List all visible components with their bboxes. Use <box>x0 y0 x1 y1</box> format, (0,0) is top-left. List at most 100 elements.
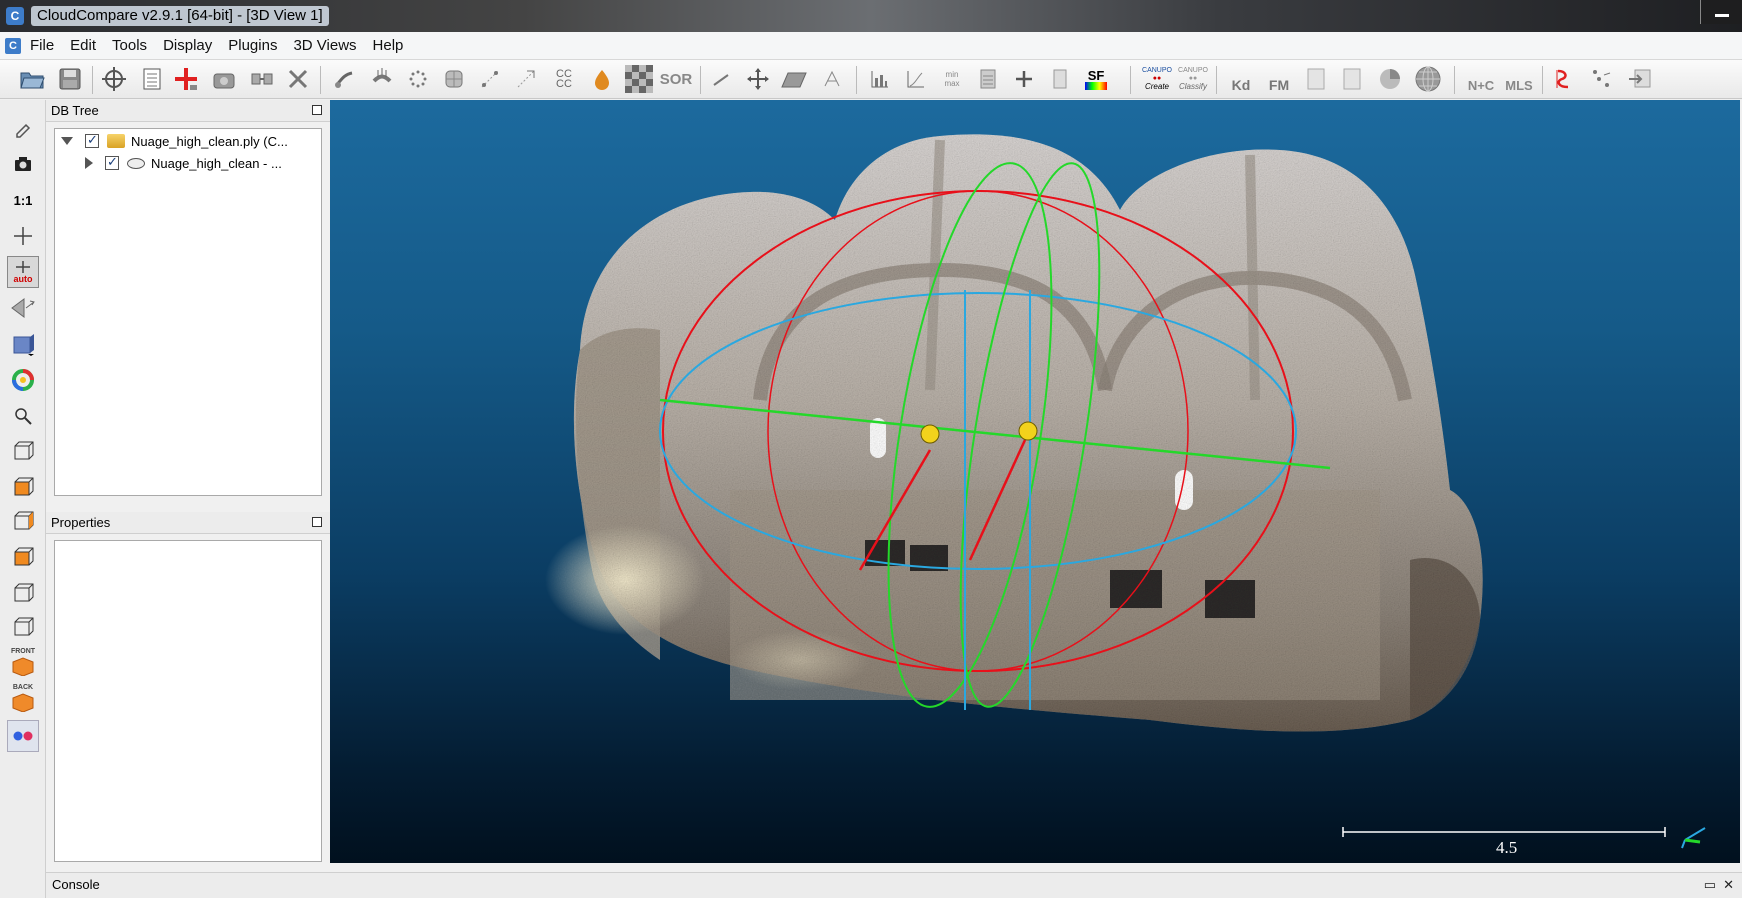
normals-color-icon[interactable]: N+C <box>1464 65 1498 93</box>
crosshair-icon[interactable] <box>7 220 39 252</box>
console-header: Console ▭ ✕ <box>46 872 1742 898</box>
tree-item-root[interactable]: Nuage_high_clean.ply (C... <box>61 130 288 152</box>
sf-color-icon[interactable] <box>588 65 616 93</box>
view-back-button[interactable]: BACK <box>7 682 39 714</box>
camera-icon[interactable] <box>7 148 39 180</box>
db-tree-view[interactable]: Nuage_high_clean.ply (C... Nuage_high_cl… <box>54 128 322 496</box>
canupo-create-icon[interactable]: CANUPO ●● Create <box>1140 65 1174 93</box>
translate-icon[interactable] <box>744 65 772 93</box>
tree-item-cloud-label: Nuage_high_clean - ... <box>151 155 282 171</box>
sor-filter-icon[interactable]: SOR <box>660 65 693 93</box>
auto-pivot-button[interactable]: auto <box>7 256 39 288</box>
main-toolbar: CC CC SOR min max SF CANUPO ●● Create CA… <box>0 60 1742 99</box>
histogram-icon[interactable] <box>866 65 894 93</box>
fast-marching-icon[interactable]: FM <box>1262 65 1296 93</box>
sf-gradient-icon[interactable]: SF <box>1082 65 1110 93</box>
clone-icon[interactable] <box>210 65 238 93</box>
globe-icon[interactable] <box>1414 65 1442 93</box>
view-back-icon[interactable] <box>7 576 39 608</box>
db-tree-header: DB Tree <box>46 100 330 122</box>
open-file-icon[interactable] <box>18 65 46 93</box>
console-close-icon[interactable]: ✕ <box>1723 873 1734 897</box>
zoom-icon[interactable] <box>7 400 39 432</box>
view-left-icon[interactable] <box>7 540 39 572</box>
section-icon[interactable] <box>1550 65 1578 93</box>
menu-edit[interactable]: Edit <box>62 32 104 60</box>
menu-plugins[interactable]: Plugins <box>220 32 285 60</box>
menu-file[interactable]: File <box>22 32 62 60</box>
view-bottom-icon[interactable] <box>7 610 39 642</box>
connected-components-icon[interactable]: CC CC <box>550 65 578 93</box>
point-pick-icon[interactable] <box>708 65 736 93</box>
properties-float-button[interactable] <box>312 517 322 527</box>
db-tree-float-button[interactable] <box>312 105 322 115</box>
add-point-icon[interactable] <box>172 65 200 93</box>
delete-icon[interactable] <box>284 65 312 93</box>
mls-icon[interactable]: MLS <box>1502 65 1536 93</box>
checkerboard-icon[interactable] <box>625 65 653 93</box>
export-icon[interactable] <box>1302 65 1330 93</box>
scatter-icon[interactable] <box>1588 65 1616 93</box>
menu-display[interactable]: Display <box>155 32 220 60</box>
point-cloud-render <box>545 134 1706 849</box>
tree-item-root-label: Nuage_high_clean.ply (C... <box>131 133 288 149</box>
pipette-icon[interactable] <box>7 112 39 144</box>
menu-help[interactable]: Help <box>365 32 412 60</box>
add-sf-icon[interactable] <box>1010 65 1038 93</box>
cloud-cloud-distance-icon[interactable] <box>512 65 540 93</box>
view-front-button[interactable]: FRONT <box>7 646 39 678</box>
sf-list-icon[interactable] <box>1046 65 1074 93</box>
zoom-1to1-button[interactable]: 1:1 <box>7 184 39 216</box>
3d-view[interactable]: 4.5 <box>330 100 1740 863</box>
plane-icon[interactable] <box>780 65 808 93</box>
calculator-icon[interactable] <box>974 65 1002 93</box>
color-wheel-icon[interactable] <box>7 364 39 396</box>
align-icon[interactable] <box>818 65 846 93</box>
menu-3d-views[interactable]: 3D Views <box>285 32 364 60</box>
distance-icon[interactable] <box>476 65 504 93</box>
view-top-icon[interactable] <box>7 470 39 502</box>
save-file-icon[interactable] <box>56 65 84 93</box>
left-toolbar: 1:1 auto FRONT BACK <box>0 100 46 898</box>
point-cloud-icon <box>127 157 145 169</box>
normals-icon[interactable] <box>368 65 396 93</box>
export-csv-icon[interactable] <box>1338 65 1366 93</box>
canupo-classify-icon[interactable]: CANUPO ●● Classify <box>1176 65 1210 93</box>
translate-rotate-icon[interactable] <box>100 65 128 93</box>
app-menu-icon[interactable]: C <box>5 38 21 54</box>
properties-view[interactable] <box>54 540 322 862</box>
arrow-into-box-icon[interactable] <box>1626 65 1654 93</box>
sample-points-icon[interactable] <box>330 65 358 93</box>
window-title: CloudCompare v2.9.1 [64-bit] - [3D View … <box>31 6 329 26</box>
properties-header: Properties <box>46 512 330 534</box>
shading-icon[interactable] <box>7 328 39 360</box>
pie-icon[interactable] <box>1376 65 1404 93</box>
menu-bar: C File Edit Tools Display Plugins 3D Vie… <box>0 32 1742 60</box>
collapse-arrow-icon[interactable] <box>61 137 73 145</box>
view-front-icon[interactable] <box>7 504 39 536</box>
merge-icon[interactable] <box>248 65 276 93</box>
view-iso1-icon[interactable] <box>7 434 39 466</box>
min-max-icon[interactable]: min max <box>938 65 966 93</box>
tree-item-root-checkbox[interactable] <box>85 132 99 148</box>
kdtree-icon[interactable]: Kd <box>1224 65 1258 93</box>
expand-arrow-icon[interactable] <box>85 157 93 169</box>
perspective-icon[interactable] <box>7 292 39 324</box>
tree-item-cloud[interactable]: Nuage_high_clean - ... <box>85 152 282 174</box>
mesh-icon[interactable] <box>440 65 468 93</box>
db-tree-title: DB Tree <box>51 103 99 118</box>
properties-title: Properties <box>51 515 111 530</box>
stereo-icon[interactable] <box>7 720 39 752</box>
console-float-icon[interactable]: ▭ <box>1704 873 1716 897</box>
fit-curve-icon[interactable] <box>902 65 930 93</box>
subsample-icon[interactable] <box>404 65 432 93</box>
folder-icon <box>107 134 125 148</box>
menu-tools[interactable]: Tools <box>104 32 155 60</box>
list-icon[interactable] <box>138 65 166 93</box>
tree-item-cloud-checkbox[interactable] <box>105 154 119 170</box>
console-title: Console <box>52 877 100 892</box>
minimize-button[interactable] <box>1700 0 1742 24</box>
title-bar: C CloudCompare v2.9.1 [64-bit] - [3D Vie… <box>0 0 1742 32</box>
app-logo-icon: C <box>6 7 24 25</box>
scale-bar-label: 4.5 <box>1496 838 1518 857</box>
